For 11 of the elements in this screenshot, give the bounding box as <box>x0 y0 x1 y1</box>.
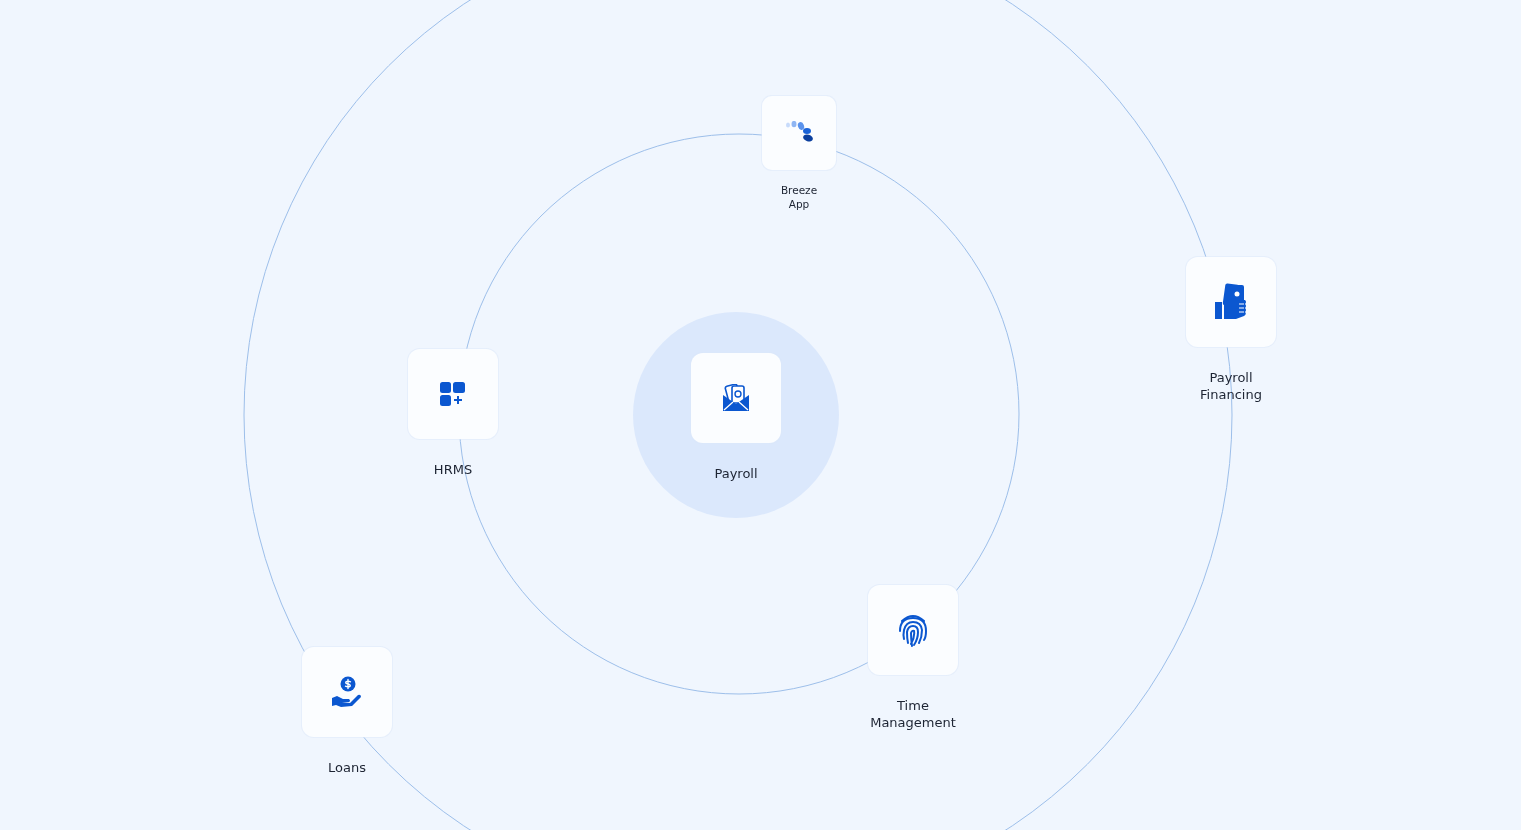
node-label: Breeze App <box>779 183 819 211</box>
app-grid-plus-icon <box>439 381 467 407</box>
envelope-cash-icon <box>721 384 751 412</box>
hand-coin-icon <box>331 676 363 708</box>
node-label: HRMS <box>432 461 474 478</box>
node-label: Payroll <box>713 465 759 482</box>
fingerprint-icon <box>897 613 929 647</box>
node-label: Loans <box>327 759 367 776</box>
node-label: Time Management <box>869 697 957 731</box>
node-label: Payroll Financing <box>1199 369 1263 403</box>
hand-holding-cash-icon <box>1214 282 1248 322</box>
